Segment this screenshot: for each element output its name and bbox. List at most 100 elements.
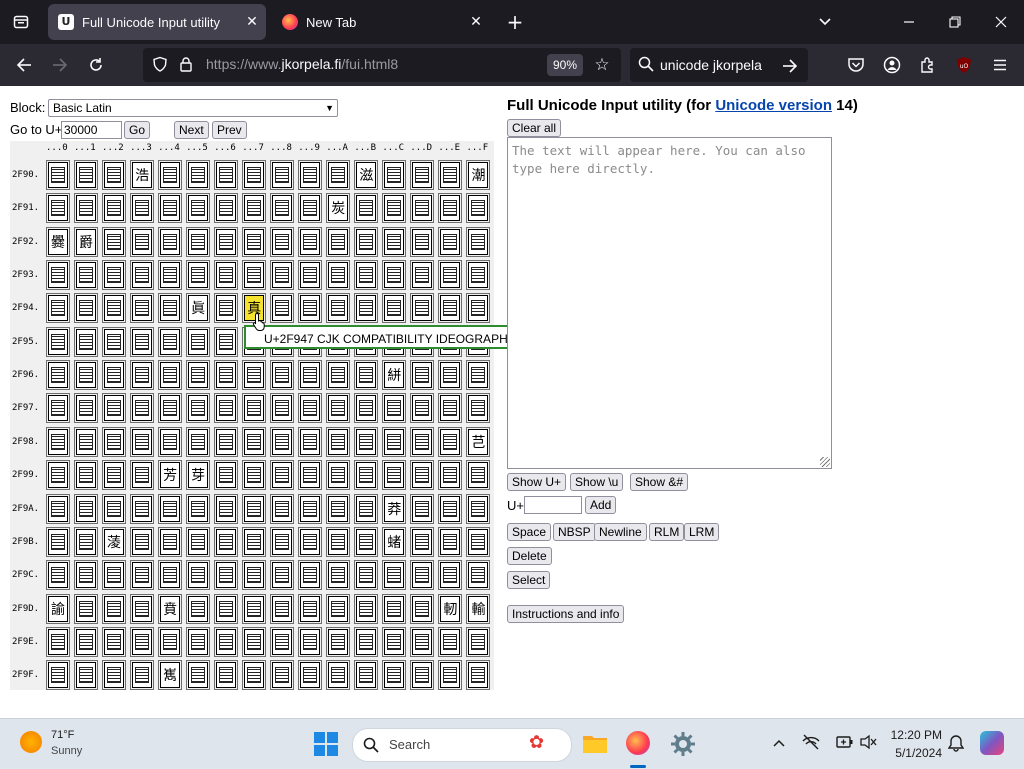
character-cell[interactable] — [46, 193, 70, 224]
file-explorer-icon[interactable] — [582, 732, 608, 758]
character-cell[interactable] — [242, 393, 267, 424]
character-cell[interactable]: 浩 — [130, 160, 155, 190]
restore-icon[interactable] — [932, 0, 978, 44]
character-cell[interactable] — [102, 226, 127, 257]
character-cell[interactable] — [438, 460, 463, 491]
character-cell[interactable] — [130, 193, 155, 224]
character-cell[interactable]: 滋 — [354, 160, 379, 190]
character-cell[interactable] — [186, 526, 211, 557]
select-button[interactable]: Select — [507, 571, 551, 589]
character-cell[interactable] — [102, 193, 127, 224]
character-cell[interactable] — [158, 293, 183, 324]
character-cell[interactable] — [382, 293, 407, 324]
character-cell[interactable] — [242, 560, 267, 591]
character-cell[interactable]: 芳 — [158, 460, 183, 491]
character-cell[interactable] — [158, 226, 183, 257]
character-cell[interactable] — [102, 160, 127, 190]
character-cell[interactable] — [74, 360, 99, 391]
character-cell[interactable] — [326, 460, 351, 491]
character-cell[interactable] — [46, 293, 70, 324]
character-cell[interactable] — [466, 360, 491, 391]
character-cell[interactable] — [270, 260, 295, 291]
instructions-button[interactable]: Instructions and info — [507, 605, 625, 623]
character-cell[interactable] — [158, 526, 183, 557]
character-cell[interactable]: 炭 — [326, 193, 351, 224]
character-cell[interactable] — [326, 226, 351, 257]
character-cell[interactable] — [158, 360, 183, 391]
character-cell[interactable] — [326, 526, 351, 557]
character-cell[interactable] — [410, 426, 435, 457]
character-cell[interactable] — [130, 393, 155, 424]
character-cell[interactable] — [130, 626, 155, 657]
character-cell[interactable] — [354, 260, 379, 291]
show-uplus-button[interactable]: Show U+ — [507, 473, 567, 491]
character-cell[interactable] — [46, 260, 70, 291]
character-cell[interactable] — [186, 493, 211, 524]
character-cell[interactable] — [298, 360, 323, 391]
resize-handle-icon[interactable] — [820, 457, 830, 467]
block-select[interactable]: Basic Latin ▼ — [48, 99, 338, 117]
list-tabs-chevron-icon[interactable] — [802, 0, 848, 44]
character-cell[interactable] — [354, 460, 379, 491]
space-button[interactable]: Space — [507, 523, 552, 541]
character-cell[interactable] — [270, 426, 295, 457]
character-cell[interactable] — [438, 493, 463, 524]
character-cell[interactable] — [102, 293, 127, 324]
character-cell[interactable] — [410, 193, 435, 224]
character-cell[interactable] — [214, 526, 239, 557]
character-cell[interactable] — [158, 326, 183, 357]
prev-button[interactable]: Prev — [212, 121, 247, 139]
character-cell[interactable]: 賁 — [158, 593, 183, 624]
character-cell[interactable] — [130, 360, 155, 391]
character-cell[interactable] — [74, 293, 99, 324]
character-cell[interactable] — [298, 193, 323, 224]
tab-new-tab[interactable]: New Tab ✕ — [272, 4, 490, 40]
next-button[interactable]: Next — [174, 121, 209, 139]
character-cell[interactable] — [214, 160, 239, 190]
character-cell[interactable] — [298, 460, 323, 491]
character-cell[interactable] — [438, 260, 463, 291]
character-cell[interactable] — [242, 226, 267, 257]
character-cell[interactable] — [466, 660, 491, 691]
character-cell[interactable] — [298, 560, 323, 591]
character-cell[interactable]: 眞 — [186, 293, 211, 324]
character-cell[interactable] — [410, 493, 435, 524]
shield-icon[interactable] — [151, 56, 169, 74]
character-cell[interactable]: 嶲 — [158, 660, 183, 691]
character-cell[interactable] — [46, 160, 70, 190]
unicode-version-link[interactable]: Unicode version — [715, 97, 832, 114]
character-cell[interactable] — [158, 493, 183, 524]
character-cell[interactable] — [46, 393, 70, 424]
character-cell[interactable] — [130, 593, 155, 624]
character-cell[interactable] — [270, 493, 295, 524]
character-cell[interactable] — [466, 193, 491, 224]
ublock-origin-icon[interactable]: uO — [948, 49, 980, 81]
battery-saver-icon[interactable] — [836, 734, 854, 754]
character-cell[interactable] — [186, 326, 211, 357]
character-cell[interactable] — [270, 593, 295, 624]
character-cell[interactable] — [102, 560, 127, 591]
character-cell[interactable] — [438, 426, 463, 457]
character-cell[interactable] — [326, 560, 351, 591]
character-cell[interactable] — [242, 193, 267, 224]
character-cell[interactable] — [214, 326, 239, 357]
minimize-icon[interactable] — [886, 0, 932, 44]
character-cell[interactable] — [46, 360, 70, 391]
character-cell[interactable] — [382, 626, 407, 657]
windows-start-icon[interactable] — [314, 732, 338, 760]
character-cell[interactable] — [158, 426, 183, 457]
clock-date[interactable]: 5/1/2024 — [890, 746, 942, 760]
character-cell[interactable] — [354, 193, 379, 224]
character-cell[interactable] — [242, 526, 267, 557]
character-cell[interactable] — [298, 660, 323, 691]
search-bar[interactable]: unicode jkorpela — [630, 48, 808, 82]
character-cell[interactable] — [158, 260, 183, 291]
character-cell[interactable] — [130, 526, 155, 557]
character-cell[interactable] — [438, 560, 463, 591]
clock-time[interactable]: 12:20 PM — [890, 728, 942, 742]
character-cell[interactable] — [130, 493, 155, 524]
character-cell[interactable] — [298, 426, 323, 457]
character-cell[interactable] — [382, 193, 407, 224]
character-cell[interactable] — [298, 393, 323, 424]
character-cell[interactable] — [466, 493, 491, 524]
